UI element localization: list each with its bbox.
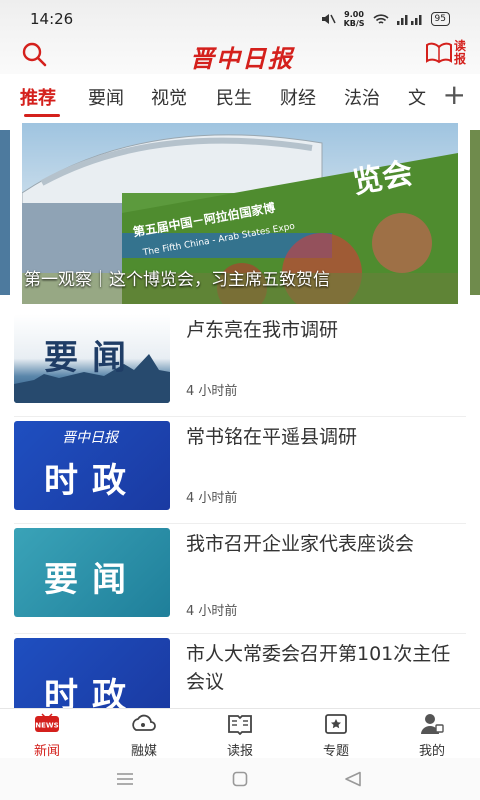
home-icon[interactable] [232, 771, 248, 787]
news-thumbnail: 晋中日报 时政 [14, 421, 170, 510]
newspaper-icon [228, 715, 252, 736]
app-header: 晋中日报 读报 [0, 34, 480, 74]
status-time: 14:26 [30, 10, 74, 28]
nav-news[interactable]: NEWS 新闻 [17, 713, 77, 759]
back-icon[interactable] [344, 771, 362, 787]
news-title: 我市召开企业家代表座谈会 [186, 533, 415, 555]
add-channel-icon[interactable]: + [443, 78, 466, 111]
net-speed: 9.00 KB/S [344, 10, 365, 28]
reader-button[interactable]: 读报 [426, 40, 468, 66]
thumbnail-label: 时政 [44, 676, 140, 712]
reader-label: 读报 [454, 39, 467, 66]
status-icons: 9.00 KB/S 95 [320, 10, 450, 28]
tab-culture[interactable]: 文 [408, 84, 426, 110]
menu-icon[interactable] [116, 772, 134, 786]
user-icon [421, 714, 444, 734]
list-item[interactable]: 要闻 我市召开企业家代表座谈会 4 小时前 [0, 524, 480, 634]
thumbnail-label: 时政 [44, 461, 140, 501]
carousel-banner[interactable]: 览会 第五届中国－阿拉伯国家博 The Fifth China - Arab S… [22, 123, 458, 304]
carousel-next-peek[interactable] [470, 130, 480, 295]
tab-recommend[interactable]: 推荐 [20, 84, 56, 110]
news-thumbnail: 要闻 [14, 314, 170, 403]
active-tab-indicator [24, 114, 60, 117]
app-logo: 晋中日报 [190, 44, 294, 73]
thumbnail-label: 要闻 [44, 338, 140, 378]
nav-mine[interactable]: 我的 [402, 713, 462, 759]
nav-label: 融媒 [130, 744, 157, 759]
carousel-prev-peek[interactable] [0, 130, 10, 295]
news-badge-text: NEWS [35, 722, 58, 730]
news-icon: NEWS [35, 713, 59, 732]
topic-icon [325, 714, 347, 734]
net-speed-unit: KB/S [343, 19, 365, 28]
mute-icon [321, 14, 336, 24]
system-nav-bar [0, 758, 480, 800]
status-bar: 14:26 9.00 KB/S 95 [0, 0, 480, 34]
battery-indicator: 95 [430, 12, 450, 26]
banner-caption: 第一观察｜这个博览会，习主席五致贺信 [24, 270, 330, 290]
media-icon [132, 714, 156, 731]
channel-tabs: 推荐 要闻 视觉 民生 财经 法治 文 + [0, 74, 480, 118]
bottom-nav: NEWS 新闻 融媒 读报 专题 我的 [0, 708, 480, 759]
news-title: 常书铭在平遥县调研 [186, 426, 358, 448]
signal-icon [396, 15, 422, 25]
news-thumbnail: 时政 [14, 638, 170, 712]
tab-headlines[interactable]: 要闻 [88, 84, 124, 110]
news-time: 4 小时前 [186, 384, 238, 399]
news-title: 卢东亮在我市调研 [186, 319, 339, 341]
news-time: 4 小时前 [186, 604, 238, 619]
thumbnail-brand: 晋中日报 [62, 430, 118, 446]
search-icon[interactable] [20, 40, 48, 68]
tab-visual[interactable]: 视觉 [151, 84, 187, 110]
nav-label: 我的 [418, 744, 445, 759]
nav-label: 专题 [322, 744, 349, 759]
nav-topic[interactable]: 专题 [306, 713, 366, 759]
news-time: 4 小时前 [186, 491, 238, 506]
tab-law[interactable]: 法治 [344, 84, 380, 110]
nav-newspaper[interactable]: 读报 [210, 713, 270, 759]
tab-livelihood[interactable]: 民生 [216, 84, 252, 110]
nav-label: 新闻 [33, 744, 60, 759]
thumbnail-label: 要闻 [44, 560, 140, 600]
wifi-icon [372, 13, 389, 24]
nav-label: 读报 [226, 744, 253, 759]
net-speed-value: 9.00 [344, 10, 364, 19]
news-thumbnail: 要闻 [14, 528, 170, 617]
list-item[interactable]: 晋中日报 时政 常书铭在平遥县调研 4 小时前 [0, 417, 480, 524]
open-book-icon [426, 42, 452, 64]
tab-finance[interactable]: 财经 [280, 84, 316, 110]
nav-media[interactable]: 融媒 [114, 713, 174, 759]
list-item[interactable]: 要闻 卢东亮在我市调研 4 小时前 [0, 310, 480, 417]
news-title: 市人大常委会召开第101次主任会议 [186, 643, 451, 693]
